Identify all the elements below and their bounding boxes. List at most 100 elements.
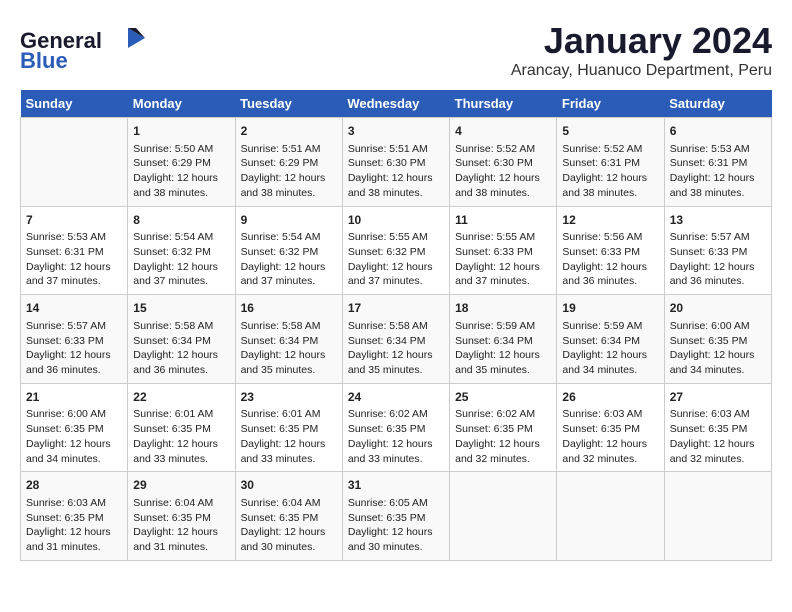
cell-content: Sunrise: 6:03 AM Sunset: 6:35 PM Dayligh… [26, 496, 122, 555]
cell-content: Sunrise: 5:57 AM Sunset: 6:33 PM Dayligh… [26, 319, 122, 378]
title-section: January 2024 Arancay, Huanuco Department… [511, 20, 772, 80]
cell-content: Sunrise: 5:57 AM Sunset: 6:33 PM Dayligh… [670, 230, 766, 289]
weekday-header: Sunday [21, 90, 128, 118]
calendar-cell: 2 Sunrise: 5:51 AM Sunset: 6:29 PM Daylig… [235, 118, 342, 207]
cell-content: Sunrise: 5:54 AM Sunset: 6:32 PM Dayligh… [133, 230, 229, 289]
cell-content: Sunrise: 5:56 AM Sunset: 6:33 PM Dayligh… [562, 230, 658, 289]
calendar-cell: 9Sunrise: 5:54 AM Sunset: 6:32 PM Daylig… [235, 206, 342, 295]
calendar-cell: 30 Sunrise: 6:04 AM Sunset: 6:35 PM Dayli… [235, 472, 342, 561]
cell-content: Sunrise: 5:53 AM Sunset: 6:31 PM Dayligh… [670, 142, 766, 201]
day-number: 1 [133, 123, 229, 140]
day-number: 27 [670, 389, 766, 406]
day-number: 2 [241, 123, 337, 140]
calendar-week-row: 21Sunrise: 6:00 AM Sunset: 6:35 PM Dayli… [21, 383, 772, 472]
day-number: 9 [241, 212, 337, 229]
day-number: 14 [26, 300, 122, 317]
day-number: 24 [348, 389, 444, 406]
weekday-header: Wednesday [342, 90, 449, 118]
day-number: 17 [348, 300, 444, 317]
cell-content: Sunrise: 5:52 AM Sunset: 6:30 PM Dayligh… [455, 142, 551, 201]
cell-content: Sunrise: 5:54 AM Sunset: 6:32 PM Dayligh… [241, 230, 337, 289]
cell-content: Sunrise: 6:02 AM Sunset: 6:35 PM Dayligh… [455, 407, 551, 466]
weekday-header: Tuesday [235, 90, 342, 118]
calendar-cell: 26Sunrise: 6:03 AM Sunset: 6:35 PM Dayli… [557, 383, 664, 472]
calendar-cell: 12Sunrise: 5:56 AM Sunset: 6:33 PM Dayli… [557, 206, 664, 295]
day-number: 12 [562, 212, 658, 229]
logo: General Blue [20, 20, 150, 80]
calendar-cell: 5 Sunrise: 5:52 AM Sunset: 6:31 PM Daylig… [557, 118, 664, 207]
day-number: 22 [133, 389, 229, 406]
calendar-table: SundayMondayTuesdayWednesdayThursdayFrid… [20, 90, 772, 561]
cell-content: Sunrise: 6:04 AM Sunset: 6:35 PM Dayligh… [133, 496, 229, 555]
svg-text:Blue: Blue [20, 48, 68, 73]
day-number: 19 [562, 300, 658, 317]
day-number: 18 [455, 300, 551, 317]
calendar-cell: 22Sunrise: 6:01 AM Sunset: 6:35 PM Dayli… [128, 383, 235, 472]
calendar-title: January 2024 [511, 20, 772, 62]
calendar-cell: 31 Sunrise: 6:05 AM Sunset: 6:35 PM Dayli… [342, 472, 449, 561]
calendar-cell: 7Sunrise: 5:53 AM Sunset: 6:31 PM Daylig… [21, 206, 128, 295]
weekday-header: Saturday [664, 90, 771, 118]
day-number: 20 [670, 300, 766, 317]
day-number: 31 [348, 477, 444, 494]
day-number: 6 [670, 123, 766, 140]
day-number: 5 [562, 123, 658, 140]
calendar-cell [450, 472, 557, 561]
day-number: 21 [26, 389, 122, 406]
day-number: 23 [241, 389, 337, 406]
day-number: 29 [133, 477, 229, 494]
calendar-cell: 28Sunrise: 6:03 AM Sunset: 6:35 PM Dayli… [21, 472, 128, 561]
calendar-cell: 29 Sunrise: 6:04 AM Sunset: 6:35 PM Dayli… [128, 472, 235, 561]
calendar-cell: 16 Sunrise: 5:58 AM Sunset: 6:34 PM Dayli… [235, 295, 342, 384]
logo-text: General Blue [20, 20, 150, 80]
calendar-cell: 14 Sunrise: 5:57 AM Sunset: 6:33 PM Dayli… [21, 295, 128, 384]
calendar-cell: 4 Sunrise: 5:52 AM Sunset: 6:30 PM Daylig… [450, 118, 557, 207]
calendar-cell: 1 Sunrise: 5:50 AM Sunset: 6:29 PM Daylig… [128, 118, 235, 207]
day-number: 10 [348, 212, 444, 229]
cell-content: Sunrise: 5:51 AM Sunset: 6:29 PM Dayligh… [241, 142, 337, 201]
cell-content: Sunrise: 5:52 AM Sunset: 6:31 PM Dayligh… [562, 142, 658, 201]
calendar-week-row: 28Sunrise: 6:03 AM Sunset: 6:35 PM Dayli… [21, 472, 772, 561]
calendar-cell: 17 Sunrise: 5:58 AM Sunset: 6:34 PM Dayli… [342, 295, 449, 384]
cell-content: Sunrise: 5:58 AM Sunset: 6:34 PM Dayligh… [348, 319, 444, 378]
cell-content: Sunrise: 5:53 AM Sunset: 6:31 PM Dayligh… [26, 230, 122, 289]
cell-content: Sunrise: 5:50 AM Sunset: 6:29 PM Dayligh… [133, 142, 229, 201]
day-number: 16 [241, 300, 337, 317]
calendar-cell: 10Sunrise: 5:55 AM Sunset: 6:32 PM Dayli… [342, 206, 449, 295]
calendar-cell: 20 Sunrise: 6:00 AM Sunset: 6:35 PM Dayli… [664, 295, 771, 384]
weekday-header: Thursday [450, 90, 557, 118]
calendar-week-row: 14 Sunrise: 5:57 AM Sunset: 6:33 PM Dayli… [21, 295, 772, 384]
calendar-body: 1 Sunrise: 5:50 AM Sunset: 6:29 PM Daylig… [21, 118, 772, 561]
cell-content: Sunrise: 6:04 AM Sunset: 6:35 PM Dayligh… [241, 496, 337, 555]
weekday-header: Monday [128, 90, 235, 118]
calendar-cell: 23Sunrise: 6:01 AM Sunset: 6:35 PM Dayli… [235, 383, 342, 472]
day-number: 15 [133, 300, 229, 317]
cell-content: Sunrise: 5:59 AM Sunset: 6:34 PM Dayligh… [455, 319, 551, 378]
day-number: 3 [348, 123, 444, 140]
calendar-cell: 3Sunrise: 5:51 AM Sunset: 6:30 PM Daylig… [342, 118, 449, 207]
day-number: 13 [670, 212, 766, 229]
day-number: 7 [26, 212, 122, 229]
cell-content: Sunrise: 6:03 AM Sunset: 6:35 PM Dayligh… [562, 407, 658, 466]
calendar-cell [557, 472, 664, 561]
calendar-cell: 19Sunrise: 5:59 AM Sunset: 6:34 PM Dayli… [557, 295, 664, 384]
calendar-cell: 24Sunrise: 6:02 AM Sunset: 6:35 PM Dayli… [342, 383, 449, 472]
day-number: 26 [562, 389, 658, 406]
cell-content: Sunrise: 6:05 AM Sunset: 6:35 PM Dayligh… [348, 496, 444, 555]
cell-content: Sunrise: 6:01 AM Sunset: 6:35 PM Dayligh… [241, 407, 337, 466]
day-number: 8 [133, 212, 229, 229]
day-number: 30 [241, 477, 337, 494]
header: General Blue January 2024 Arancay, Huanu… [20, 20, 772, 80]
cell-content: Sunrise: 6:03 AM Sunset: 6:35 PM Dayligh… [670, 407, 766, 466]
cell-content: Sunrise: 6:00 AM Sunset: 6:35 PM Dayligh… [26, 407, 122, 466]
cell-content: Sunrise: 6:02 AM Sunset: 6:35 PM Dayligh… [348, 407, 444, 466]
calendar-cell: 13Sunrise: 5:57 AM Sunset: 6:33 PM Dayli… [664, 206, 771, 295]
cell-content: Sunrise: 5:58 AM Sunset: 6:34 PM Dayligh… [241, 319, 337, 378]
weekday-header: Friday [557, 90, 664, 118]
calendar-subtitle: Arancay, Huanuco Department, Peru [511, 62, 772, 80]
cell-content: Sunrise: 5:58 AM Sunset: 6:34 PM Dayligh… [133, 319, 229, 378]
calendar-cell: 15 Sunrise: 5:58 AM Sunset: 6:34 PM Dayli… [128, 295, 235, 384]
cell-content: Sunrise: 6:00 AM Sunset: 6:35 PM Dayligh… [670, 319, 766, 378]
day-number: 4 [455, 123, 551, 140]
calendar-cell [664, 472, 771, 561]
